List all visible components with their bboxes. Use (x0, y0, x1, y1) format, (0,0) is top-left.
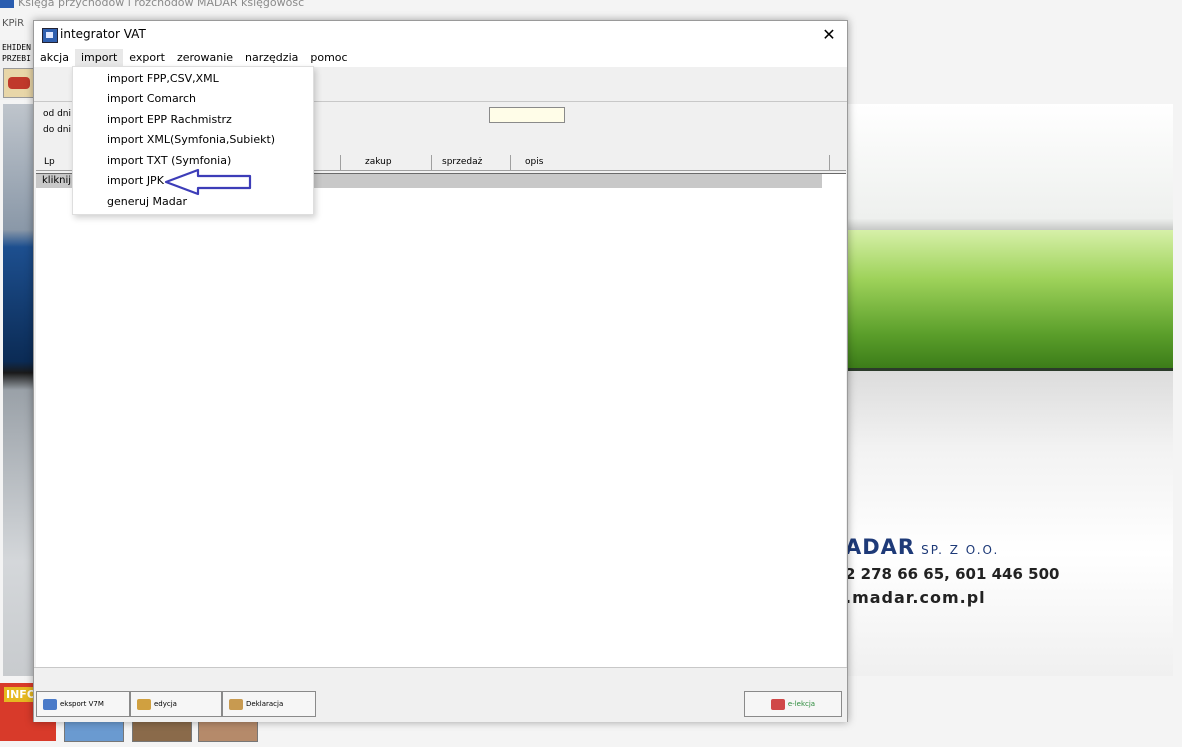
pointer-arrow-icon (164, 168, 252, 196)
company-name: ADAR SP. Z O.O. (845, 535, 999, 559)
row-text: kliknij (42, 175, 72, 186)
filter-input[interactable] (489, 107, 565, 123)
close-icon[interactable]: ✕ (819, 25, 839, 44)
company-name-text: ADAR (845, 535, 916, 559)
background-side-text: EHIDEN PRZEBI (2, 42, 31, 64)
edit-icon (137, 698, 151, 710)
menu-item-import-jpk[interactable]: import JPK (107, 171, 164, 191)
e-lekcja-icon (770, 698, 785, 710)
window-app-icon (42, 28, 58, 43)
car-icon[interactable] (3, 68, 35, 98)
to-date-label: do dni (43, 125, 71, 135)
menu-export[interactable]: export (123, 49, 171, 67)
company-suffix: SP. Z O.O. (921, 543, 1000, 557)
edycja-button[interactable]: edycja (130, 691, 222, 717)
background-left-strip (3, 104, 35, 676)
menu-bar: akcja import export zerowanie narzędzia … (34, 49, 847, 67)
declaration-icon (229, 698, 243, 710)
bottom-button-bar: eksport V7M edycja Deklaracja e-lekcja (34, 667, 847, 722)
eksport-v7m-button[interactable]: eksport V7M (36, 691, 130, 717)
menu-narzedzia[interactable]: narzędzia (239, 49, 304, 67)
column-sprzedaz[interactable]: sprzedaż (432, 155, 511, 170)
menu-zerowanie[interactable]: zerowanie (171, 49, 239, 67)
menu-item-import-epp[interactable]: import EPP Rachmistrz (107, 110, 232, 130)
deklaracja-button[interactable]: Deklaracja (222, 691, 316, 717)
background-green-band (845, 230, 1173, 370)
grid-body[interactable]: kliknij (36, 173, 846, 668)
menu-pomoc[interactable]: pomoc (304, 49, 353, 67)
background-app-title-text: Księga przychodów i rozchodów MADAR księ… (18, 0, 305, 9)
column-zakup[interactable]: zakup (341, 155, 432, 170)
menu-akcja[interactable]: akcja (34, 49, 75, 67)
deklaracja-label: Deklaracja (246, 700, 284, 708)
menu-item-import-fpp[interactable]: import FPP,CSV,XML (107, 69, 219, 89)
menu-import[interactable]: import (74, 49, 124, 67)
background-app-title: Księga przychodów i rozchodów MADAR księ… (0, 0, 304, 10)
side-text-line-2: PRZEBI (2, 54, 31, 63)
e-lekcja-button[interactable]: e-lekcja (744, 691, 842, 717)
from-date-label: od dni (43, 109, 71, 119)
column-opis[interactable]: opis (511, 155, 830, 170)
eksport-label: eksport V7M (60, 700, 104, 708)
edycja-label: edycja (154, 700, 177, 708)
menu-item-import-comarch[interactable]: import Comarch (107, 89, 196, 109)
app-icon (0, 0, 14, 8)
e-lekcja-label: e-lekcja (787, 700, 816, 708)
side-text-line-1: EHIDEN (2, 43, 31, 52)
company-phones: 2 278 66 65, 601 446 500 (845, 565, 1060, 583)
kpir-label: KPiR (2, 18, 25, 29)
background-lower-panel (845, 371, 1173, 676)
window-titlebar[interactable]: integrator VAT ✕ (34, 21, 847, 49)
menu-item-import-xml[interactable]: import XML(Symfonia,Subiekt) (107, 130, 275, 150)
window-title: integrator VAT (60, 27, 146, 41)
company-website: .madar.com.pl (845, 588, 986, 607)
export-icon (43, 698, 57, 710)
